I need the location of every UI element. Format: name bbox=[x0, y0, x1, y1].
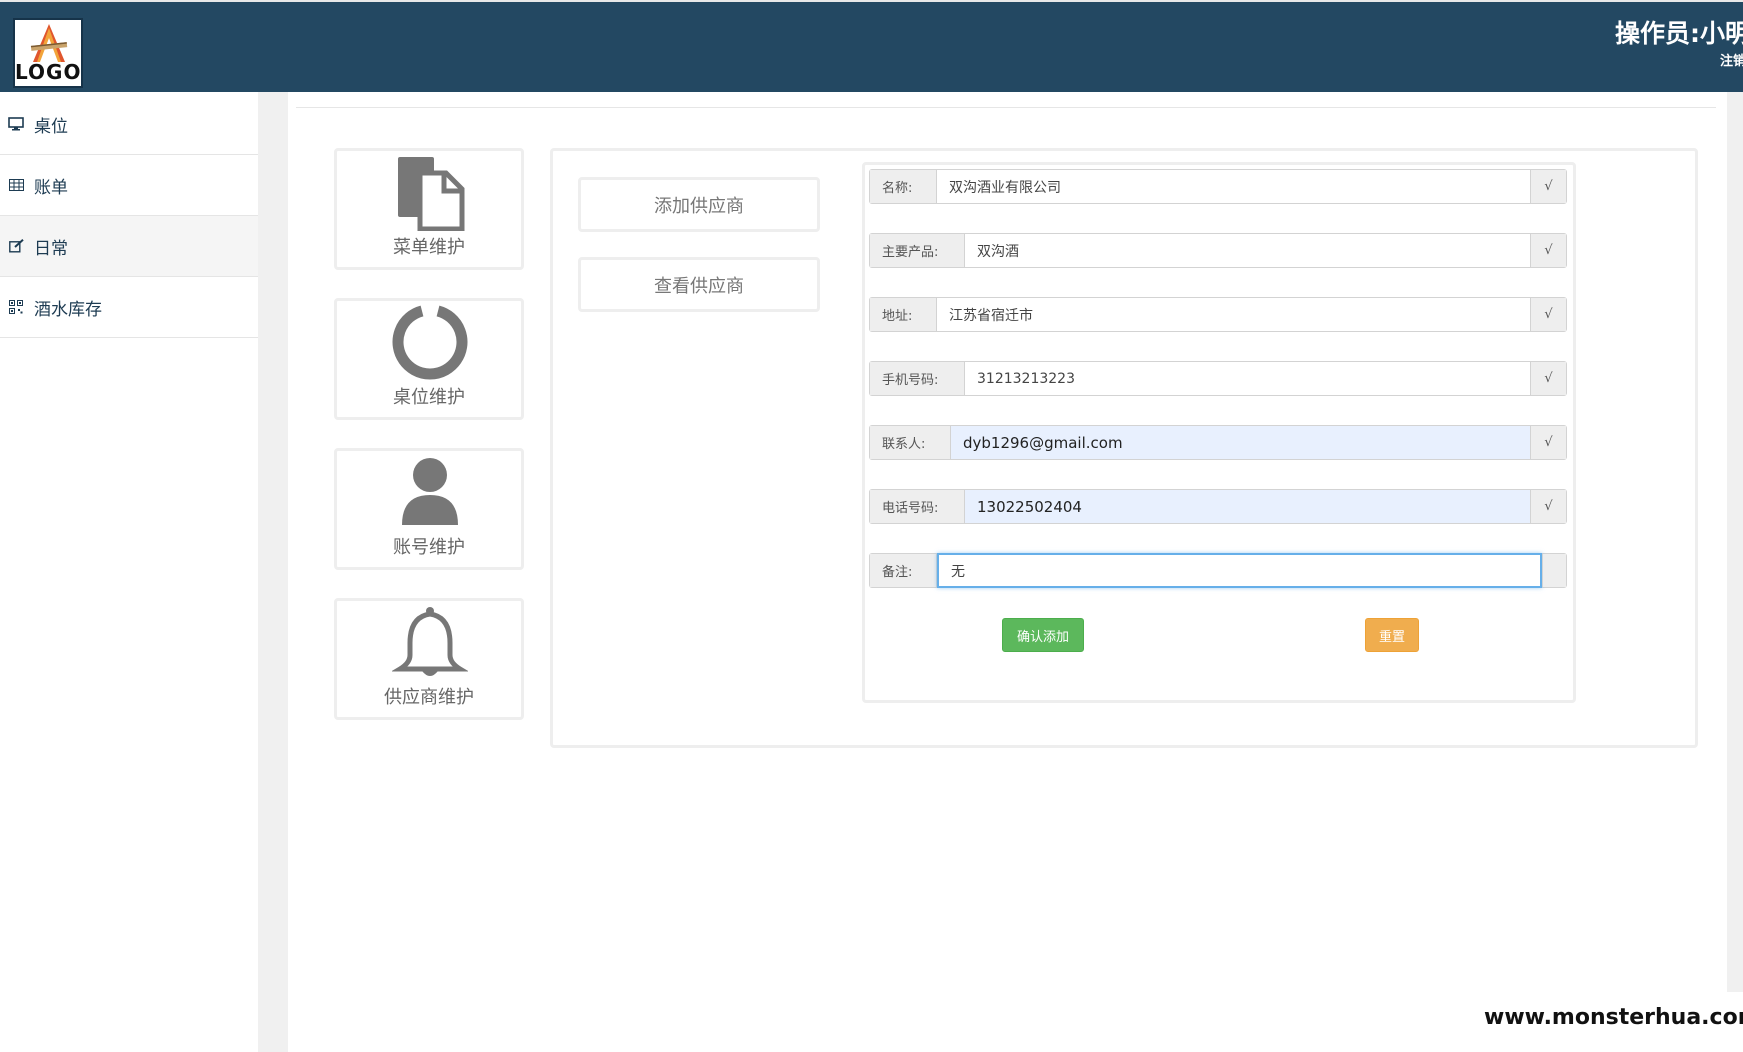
logo-text: LOGO bbox=[15, 60, 82, 84]
name-field[interactable]: 双沟酒业有限公司 bbox=[937, 170, 1530, 203]
phone-field[interactable]: 13022502404 bbox=[965, 490, 1530, 523]
logout-link[interactable]: 注销 bbox=[1720, 50, 1743, 69]
qrcode-icon bbox=[8, 299, 24, 315]
table-icon bbox=[8, 177, 24, 193]
mobile-field-group: 手机号码: 31213213223 √ bbox=[869, 361, 1567, 396]
sidebar-item-bills[interactable]: 账单 bbox=[0, 155, 258, 216]
sidebar-item-label: 日常 bbox=[34, 238, 68, 259]
divider bbox=[296, 107, 1716, 108]
logo[interactable]: LOGO bbox=[13, 18, 83, 88]
product-field[interactable]: 双沟酒 bbox=[965, 234, 1530, 267]
files-icon bbox=[398, 157, 465, 231]
valid-check-icon: √ bbox=[1530, 490, 1566, 523]
sidebar-item-label: 账单 bbox=[34, 177, 68, 198]
address-field-group: 地址: 江苏省宿迁市 √ bbox=[869, 297, 1567, 332]
tile-desk-maintenance[interactable]: 桌位维护 bbox=[334, 298, 524, 420]
sidebar-gutter bbox=[258, 92, 288, 1052]
remark-field[interactable]: 无 bbox=[937, 553, 1542, 588]
view-supplier-button[interactable]: 查看供应商 bbox=[578, 257, 820, 312]
confirm-add-button[interactable]: 确认添加 bbox=[1002, 618, 1084, 652]
field-label: 主要产品: bbox=[870, 234, 965, 267]
field-addon bbox=[1542, 554, 1566, 587]
operator-name: 操作员:小明 bbox=[1615, 19, 1743, 48]
phone-field-group: 电话号码: 13022502404 √ bbox=[869, 489, 1567, 524]
mobile-field[interactable]: 31213213223 bbox=[965, 362, 1530, 395]
sidebar-item-desks[interactable]: 桌位 bbox=[0, 94, 258, 155]
valid-check-icon: √ bbox=[1530, 170, 1566, 203]
valid-check-icon: √ bbox=[1530, 234, 1566, 267]
reset-button[interactable]: 重置 bbox=[1365, 618, 1419, 652]
monitor-icon bbox=[8, 116, 24, 132]
tile-account-maintenance[interactable]: 账号维护 bbox=[334, 448, 524, 570]
field-label: 手机号码: bbox=[870, 362, 965, 395]
sidebar-item-daily[interactable]: 日常 bbox=[0, 216, 258, 277]
field-label: 地址: bbox=[870, 298, 937, 331]
top-header: LOGO 操作员:小明 注销 bbox=[0, 0, 1743, 92]
tile-label: 菜单维护 bbox=[393, 237, 465, 258]
sidebar: 桌位 账单 日常 酒水库存 bbox=[0, 92, 258, 1052]
user-icon bbox=[402, 458, 458, 525]
tile-label: 账号维护 bbox=[393, 537, 465, 558]
contact-field[interactable]: dyb1296@gmail.com bbox=[951, 426, 1530, 459]
valid-check-icon: √ bbox=[1530, 426, 1566, 459]
tile-label: 供应商维护 bbox=[384, 687, 474, 708]
address-field[interactable]: 江苏省宿迁市 bbox=[937, 298, 1530, 331]
contact-field-group: 联系人: dyb1296@gmail.com √ bbox=[869, 425, 1567, 460]
right-gutter bbox=[1727, 92, 1743, 992]
sidebar-item-drinks-stock[interactable]: 酒水库存 bbox=[0, 277, 258, 338]
valid-check-icon: √ bbox=[1530, 362, 1566, 395]
add-supplier-button[interactable]: 添加供应商 bbox=[578, 177, 820, 232]
valid-check-icon: √ bbox=[1530, 298, 1566, 331]
field-label: 备注: bbox=[870, 554, 937, 587]
watermark: www.monsterhua.com bbox=[1484, 1005, 1743, 1030]
product-field-group: 主要产品: 双沟酒 √ bbox=[869, 233, 1567, 268]
sidebar-item-label: 酒水库存 bbox=[34, 299, 102, 320]
edit-icon bbox=[8, 238, 24, 254]
field-label: 电话号码: bbox=[870, 490, 965, 523]
sidebar-item-label: 桌位 bbox=[34, 116, 68, 137]
ring-icon bbox=[392, 305, 468, 380]
tile-menu-maintenance[interactable]: 菜单维护 bbox=[334, 148, 524, 270]
remark-field-group: 备注: 无 bbox=[869, 553, 1567, 588]
tile-supplier-maintenance[interactable]: 供应商维护 bbox=[334, 598, 524, 720]
name-field-group: 名称: 双沟酒业有限公司 √ bbox=[869, 169, 1567, 204]
tile-label: 桌位维护 bbox=[393, 387, 465, 408]
field-label: 名称: bbox=[870, 170, 937, 203]
bell-icon bbox=[392, 607, 468, 676]
field-label: 联系人: bbox=[870, 426, 951, 459]
